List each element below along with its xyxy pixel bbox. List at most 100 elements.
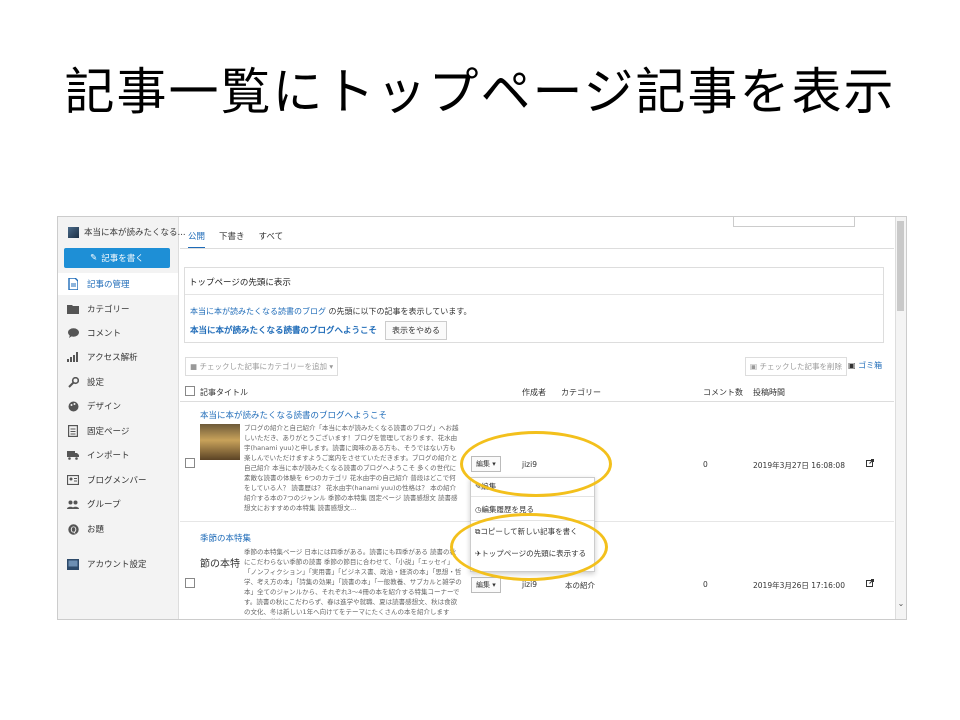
- sidebar-item-articles[interactable]: 記事の管理: [58, 273, 178, 295]
- svg-text:Q: Q: [70, 525, 76, 534]
- tabs-divider: [180, 248, 894, 249]
- sidebar-item-label: カテゴリー: [87, 305, 130, 315]
- sidebar-item-settings[interactable]: 設定: [58, 371, 178, 393]
- sidebar-item-label: 設定: [87, 378, 105, 388]
- member-card-icon: [67, 474, 79, 486]
- tab-drafts[interactable]: 下書き: [219, 230, 245, 249]
- row-checkbox[interactable]: [185, 578, 195, 588]
- dropdown-item-pin-top[interactable]: ✈トップページの先頭に表示する: [475, 548, 586, 559]
- post-thumbnail: 節の本特: [200, 555, 240, 591]
- sidebar-item-account[interactable]: アカウント設定: [58, 553, 178, 575]
- dropdown-item-label: コピーして新しい記事を書く: [480, 527, 578, 536]
- sidebar-item-odai[interactable]: Q お題: [58, 518, 178, 540]
- column-header-title: 記事タイトル: [200, 388, 248, 397]
- date-cell: 2019年3月26日 17:16:00: [753, 581, 845, 590]
- comment-icon: [67, 327, 79, 339]
- trash-small-icon: ▣: [750, 362, 758, 371]
- dropdown-item-label: 編集: [481, 482, 497, 491]
- sidebar-item-analytics[interactable]: アクセス解析: [58, 346, 178, 368]
- blog-name: 本当に本が読みたくなる...: [84, 228, 186, 238]
- top-page-panel: トップページの先頭に表示 本当に本が読みたくなる読書のブログ の先頭に以下の記事…: [184, 267, 884, 343]
- dropdown-divider: [471, 520, 594, 521]
- blog-switcher[interactable]: 本当に本が読みたくなる...: [68, 226, 186, 238]
- row-checkbox[interactable]: [185, 458, 195, 468]
- sidebar-item-design[interactable]: デザイン: [58, 395, 178, 417]
- category-cell: 本の紹介: [565, 581, 595, 590]
- sidebar-item-label: お題: [87, 525, 105, 535]
- add-category-button[interactable]: ■ チェックした記事にカテゴリーを追加 ▾: [185, 357, 339, 376]
- sidebar-item-label: アクセス解析: [87, 353, 138, 363]
- edit-dropdown-button[interactable]: 編集 ▾: [471, 577, 501, 593]
- pinned-post-link[interactable]: 本当に本が読みたくなる読書のブログへようこそ: [190, 324, 377, 336]
- status-tabs: 公開 下書き すべて: [188, 230, 283, 249]
- post-excerpt: ブログの紹介と自己紹介「本当に本が読みたくなる読書のブログ」へお越しいただき、あ…: [244, 424, 459, 512]
- screenshot-frame: 本当に本が読みたくなる... ✎ 記事を書く 記事の管理 カテゴリー コメント: [57, 216, 907, 620]
- column-header-date: 投稿時間: [753, 388, 785, 397]
- comments-cell: 0: [703, 460, 708, 469]
- post-title-link[interactable]: 本当に本が読みたくなる読書のブログへようこそ: [200, 409, 387, 421]
- sidebar-item-groups[interactable]: グループ: [58, 493, 178, 515]
- sidebar: 本当に本が読みたくなる... ✎ 記事を書く 記事の管理 カテゴリー コメント: [58, 217, 186, 619]
- sidebar-item-label: ブログメンバー: [87, 476, 147, 486]
- search-input[interactable]: [733, 217, 855, 227]
- add-category-label: チェックした記事にカテゴリーを追加: [199, 362, 327, 371]
- folder-icon: [67, 303, 79, 315]
- bar-chart-icon: [67, 351, 79, 363]
- top-panel-title: トップページの先頭に表示: [189, 278, 291, 288]
- wrench-icon: [67, 376, 79, 388]
- sidebar-item-static-pages[interactable]: 固定ページ: [58, 420, 178, 442]
- folder-icon: ■: [190, 362, 198, 371]
- document-icon: [67, 278, 79, 290]
- sidebar-item-members[interactable]: ブログメンバー: [58, 469, 178, 491]
- select-all-checkbox[interactable]: [185, 386, 195, 396]
- sidebar-item-label: インポート: [87, 451, 130, 461]
- stop-display-button[interactable]: 表示をやめる: [385, 321, 447, 340]
- slide-title: 記事一覧にトップページ記事を表示: [64, 63, 896, 121]
- scrollbar-thumb[interactable]: [897, 221, 904, 311]
- sidebar-item-import[interactable]: インポート: [58, 444, 178, 466]
- dropdown-item-label: 編集履歴を見る: [481, 505, 535, 514]
- dropdown-item-copy[interactable]: ⧉コピーして新しい記事を書く: [475, 526, 578, 537]
- author-cell: jizi9: [522, 580, 537, 589]
- dropdown-item-label: トップページの先頭に表示する: [481, 549, 587, 558]
- edit-label: 編集: [476, 460, 490, 468]
- pencil-icon: ✎: [90, 253, 98, 263]
- sidebar-item-label: デザイン: [87, 402, 122, 412]
- top-panel-description: 本当に本が読みたくなる読書のブログ の先頭に以下の記事を表示しています。: [190, 306, 472, 317]
- tab-published[interactable]: 公開: [188, 230, 206, 249]
- post-thumbnail: [200, 424, 240, 460]
- edit-dropdown-menu: ✎編集 ◷編集履歴を見る ⧉コピーして新しい記事を書く ✈トップページの先頭に表…: [470, 477, 595, 572]
- delete-checked-button[interactable]: ▣ チェックした記事を削除: [745, 357, 847, 376]
- trash-icon: ▣: [848, 361, 856, 370]
- chevron-down-icon[interactable]: ⌄: [896, 599, 906, 611]
- comments-cell: 0: [703, 580, 708, 589]
- dropdown-divider: [471, 496, 594, 497]
- sidebar-item-categories[interactable]: カテゴリー: [58, 298, 178, 320]
- blog-link[interactable]: 本当に本が読みたくなる読書のブログ: [190, 307, 326, 316]
- column-header-comments: コメント数: [703, 388, 743, 397]
- dropdown-item-history[interactable]: ◷編集履歴を見る: [475, 504, 534, 515]
- trash-label: ゴミ箱: [858, 361, 883, 370]
- dropdown-item-edit[interactable]: ✎編集: [475, 481, 496, 492]
- top-panel-description-text: の先頭に以下の記事を表示しています。: [326, 307, 472, 316]
- post-title-link[interactable]: 季節の本特集: [200, 532, 251, 544]
- author-cell: jizi9: [522, 460, 537, 469]
- edit-dropdown-button[interactable]: 編集 ▾: [471, 456, 501, 472]
- write-article-button[interactable]: ✎ 記事を書く: [64, 248, 170, 268]
- trash-link[interactable]: ▣ ゴミ箱: [848, 360, 882, 371]
- truck-icon: [67, 449, 79, 461]
- sidebar-item-comments[interactable]: コメント: [58, 322, 178, 344]
- sidebar-item-label: コメント: [87, 329, 122, 339]
- group-icon: [67, 498, 79, 510]
- scrollbar[interactable]: ⌄: [895, 217, 906, 619]
- edit-label: 編集: [476, 581, 490, 589]
- column-header-author: 作成者: [522, 388, 546, 397]
- external-link-icon[interactable]: [866, 459, 874, 467]
- tab-all[interactable]: すべて: [259, 230, 284, 249]
- column-header-category: カテゴリー: [561, 388, 601, 397]
- post-excerpt: 季節の本特集ページ 日本には四季がある。読書にも四季がある 読書の秋にこだわらな…: [244, 548, 462, 619]
- sidebar-item-label: グループ: [87, 500, 121, 510]
- external-link-icon[interactable]: [866, 579, 874, 587]
- sidebar-item-label: アカウント設定: [87, 560, 147, 570]
- write-article-label: 記事を書く: [101, 254, 144, 264]
